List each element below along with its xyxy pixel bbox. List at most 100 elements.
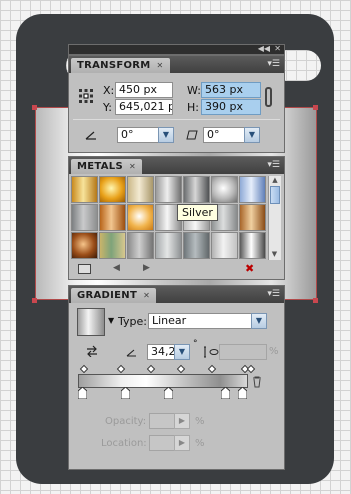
swatch-copper-radial[interactable] (71, 232, 98, 259)
chevron-down-icon[interactable]: ▼ (251, 313, 267, 329)
swatch-chrome-stripe[interactable] (239, 232, 266, 259)
swatch-gold-radial[interactable] (99, 176, 126, 203)
tab-metals[interactable]: METALS ✕ (71, 159, 142, 174)
midpoint-diamond[interactable] (79, 364, 89, 374)
swatch-copper-bar[interactable] (99, 204, 126, 231)
tab-gradient[interactable]: GRADIENT ✕ (71, 288, 157, 303)
gradient-preview-swatch[interactable] (77, 308, 105, 336)
h-label: H: (187, 101, 199, 114)
h-field[interactable]: 390 px (201, 99, 261, 115)
swatch-libraries-icon[interactable] (78, 264, 91, 274)
chevron-right-icon: ▶ (174, 435, 190, 451)
opacity-unit: % (195, 416, 205, 427)
tab-label: METALS (77, 161, 123, 172)
double-left-arrow-icon[interactable]: ◀◀ (258, 44, 270, 53)
scroll-down-icon[interactable]: ▼ (269, 250, 280, 260)
tab-label: GRADIENT (77, 290, 138, 301)
delete-swatch-icon[interactable]: ✖ (245, 262, 254, 275)
w-field[interactable]: 563 px (201, 82, 261, 98)
midpoint-diamond[interactable] (246, 364, 256, 374)
midpoint-diamond[interactable] (146, 364, 156, 374)
swatch-scrollbar[interactable]: ▲ ▼ (268, 176, 281, 260)
close-icon[interactable]: ✕ (143, 291, 150, 300)
x-label: X: (103, 84, 115, 97)
swatch-bronze[interactable] (239, 204, 266, 231)
swatch-aluminum[interactable] (211, 232, 238, 259)
swatch-tooltip: Silver (177, 204, 218, 221)
type-label: Type: (118, 315, 147, 328)
gradient-midpoints (69, 364, 269, 374)
y-label: Y: (103, 101, 112, 114)
scroll-up-icon[interactable]: ▲ (269, 176, 281, 186)
metals-titlebar: METALS ✕ ▾☰ (69, 157, 284, 174)
rotate-field[interactable]: 0° (117, 127, 159, 143)
opacity-label: Opacity: (105, 416, 147, 427)
selection-anchor-br[interactable] (313, 298, 318, 303)
tab-label: TRANSFORM (77, 60, 151, 71)
trash-icon[interactable] (252, 376, 262, 388)
chevron-right-icon: ▶ (174, 413, 190, 429)
swatch-gold-glow[interactable] (127, 204, 154, 231)
previous-arrow-icon[interactable]: ◀ (113, 263, 120, 273)
reverse-gradient-icon[interactable] (86, 345, 98, 357)
metals-swatch-panel: METALS ✕ ▾☰ ▲ ▼ ◀ ▶ ✖ Silver (68, 156, 285, 280)
gradient-stop[interactable] (121, 387, 130, 399)
selection-anchor-tl[interactable] (32, 105, 37, 110)
swatch-steel-dark[interactable] (183, 176, 210, 203)
gradient-slider-bar[interactable] (78, 374, 248, 388)
next-arrow-icon[interactable]: ▶ (143, 263, 150, 273)
close-icon[interactable]: ✕ (129, 162, 136, 171)
swatch-pewter[interactable] (155, 232, 182, 259)
location-field (149, 435, 175, 451)
constrain-proportions-icon[interactable] (265, 87, 272, 107)
selection-anchor-tr[interactable] (313, 105, 318, 110)
swatch-green-gold[interactable] (99, 232, 126, 259)
shear-field[interactable]: 0° (203, 127, 245, 143)
transform-titlebar: TRANSFORM ✕ ▾☰ (69, 56, 284, 73)
panel-dock-strip: ◀◀ ✕ (68, 44, 285, 55)
chevron-down-icon[interactable]: ▼ (174, 344, 190, 360)
close-icon[interactable]: ✕ (157, 61, 164, 70)
rotate-icon (85, 130, 97, 140)
gradient-stop[interactable] (78, 387, 87, 399)
angle-field[interactable]: 34,2 (147, 344, 175, 360)
selection-anchor-bl[interactable] (32, 298, 37, 303)
swatch-blue-steel[interactable] (239, 176, 266, 203)
gradient-stop[interactable] (221, 387, 230, 399)
chevron-down-icon[interactable]: ▼ (244, 127, 260, 143)
y-field[interactable]: 645,021 px (115, 99, 173, 115)
panel-menu-icon[interactable]: ▾☰ (267, 289, 280, 299)
panel-menu-icon[interactable]: ▾☰ (267, 160, 280, 170)
transform-panel: TRANSFORM ✕ ▾☰ X: 450 px Y: 645,021 px W:… (68, 55, 285, 153)
location-unit: % (195, 438, 205, 449)
gradient-titlebar: GRADIENT ✕ ▾☰ (69, 286, 284, 303)
midpoint-diamond[interactable] (116, 364, 126, 374)
swatch-grid (71, 176, 266, 260)
shear-icon (186, 130, 198, 140)
type-select[interactable]: Linear (148, 313, 252, 329)
swatch-pale-gold[interactable] (127, 176, 154, 203)
scroll-thumb[interactable] (270, 186, 280, 204)
midpoint-diamond[interactable] (207, 364, 217, 374)
tab-transform[interactable]: TRANSFORM ✕ (71, 58, 170, 73)
gradient-stop[interactable] (164, 387, 173, 399)
panel-menu-icon[interactable]: ▾☰ (267, 59, 280, 69)
aspect-ratio-field (219, 344, 267, 360)
swatch-steel-gray[interactable] (71, 204, 98, 231)
swatch-gray-metal[interactable] (127, 232, 154, 259)
degree-icon: ° (193, 339, 198, 349)
midpoint-diamond[interactable] (176, 364, 186, 374)
chevron-down-icon[interactable]: ▼ (108, 316, 114, 325)
close-icon[interactable]: ✕ (274, 44, 281, 53)
reference-point-icon[interactable] (79, 89, 93, 103)
gradient-panel: GRADIENT ✕ ▾☰ ▼ Type: Linear ▼ 34,2 ▼ ° %… (68, 285, 285, 470)
location-label: Location: (101, 438, 147, 449)
swatch-silver-radial[interactable] (211, 176, 238, 203)
swatch-gold-bar[interactable] (71, 176, 98, 203)
transform-separator (73, 119, 280, 120)
x-field[interactable]: 450 px (115, 82, 173, 98)
chevron-down-icon[interactable]: ▼ (158, 127, 174, 143)
swatch-slate[interactable] (183, 232, 210, 259)
gradient-stop[interactable] (238, 387, 247, 399)
swatch-chrome-bands[interactable] (155, 176, 182, 203)
